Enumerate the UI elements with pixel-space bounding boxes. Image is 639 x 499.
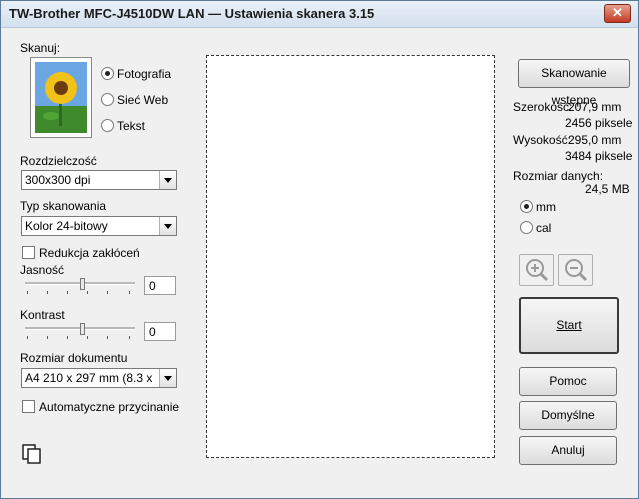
photo-icon xyxy=(30,57,92,138)
scan-label: Skanuj: xyxy=(20,41,61,55)
scan-photo-radio[interactable] xyxy=(101,67,114,80)
chevron-down-icon[interactable] xyxy=(159,171,176,189)
start-button[interactable]: Start xyxy=(519,297,619,354)
width-mm: 207,9 mm xyxy=(568,100,622,114)
unit-inch-radio[interactable] xyxy=(520,221,533,234)
resolution-dropdown[interactable]: 300x300 dpi xyxy=(21,170,177,190)
close-button[interactable]: ✕ xyxy=(604,4,631,23)
brightness-input[interactable]: 0 xyxy=(144,276,176,295)
resolution-value: 300x300 dpi xyxy=(25,173,91,187)
document-size-value: A4 210 x 297 mm (8.3 x 11.7 xyxy=(25,371,155,385)
scan-type-value: Kolor 24-bitowy xyxy=(25,219,108,233)
chevron-down-icon[interactable] xyxy=(159,369,176,387)
contrast-input[interactable]: 0 xyxy=(144,322,176,341)
document-size-dropdown[interactable]: A4 210 x 297 mm (8.3 x 11.7 xyxy=(21,368,177,388)
scan-text-radio[interactable] xyxy=(101,119,114,132)
auto-crop-label: Automatyczne przycinanie xyxy=(39,400,180,414)
data-size-value: 24,5 MB xyxy=(585,182,630,196)
document-size-label: Rozmiar dokumentu xyxy=(20,351,128,365)
brightness-slider-thumb[interactable] xyxy=(80,278,85,290)
noise-reduction-label: Redukcja zakłóceń xyxy=(39,246,140,260)
scan-type-dropdown[interactable]: Kolor 24-bitowy xyxy=(21,216,177,236)
resolution-label: Rozdzielczość xyxy=(20,154,97,168)
width-label: Szerokość: xyxy=(513,100,573,114)
scan-preview-area[interactable] xyxy=(206,55,495,458)
copy-icon[interactable] xyxy=(21,443,43,465)
auto-crop-checkbox[interactable] xyxy=(22,400,35,413)
brightness-value: 0 xyxy=(149,279,156,293)
scan-type-label: Typ skanowania xyxy=(20,199,107,213)
contrast-label: Kontrast xyxy=(20,308,65,322)
noise-reduction-checkbox[interactable] xyxy=(22,246,35,259)
scan-web-label: Sieć Web xyxy=(117,93,169,107)
height-px: 3484 piksele xyxy=(565,149,633,163)
data-size-label: Rozmiar danych: xyxy=(513,169,604,183)
defaults-button[interactable]: Domyślne xyxy=(519,401,617,430)
unit-mm-label: mm xyxy=(536,200,556,214)
zoom-out-button[interactable] xyxy=(558,254,593,286)
width-px: 2456 piksele xyxy=(565,116,633,130)
prescan-button[interactable]: Skanowanie wstepne xyxy=(518,59,630,107)
height-label: Wysokość: xyxy=(513,133,571,147)
start-button-label: Start xyxy=(556,318,582,332)
title-bar: TW-Brother MFC-J4510DW LAN — Ustawienia … xyxy=(1,1,638,28)
scanner-settings-window: TW-Brother MFC-J4510DW LAN — Ustawienia … xyxy=(0,0,639,499)
brightness-label: Jasność xyxy=(20,263,65,277)
scan-web-radio[interactable] xyxy=(101,93,114,106)
scan-photo-label: Fotografia xyxy=(117,67,172,81)
cancel-button[interactable]: Anuluj xyxy=(519,436,617,465)
window-title: TW-Brother MFC-J4510DW LAN — Ustawienia … xyxy=(9,6,375,21)
contrast-slider-thumb[interactable] xyxy=(80,323,85,335)
help-button[interactable]: Pomoc xyxy=(519,367,617,396)
unit-inch-label: cal xyxy=(536,221,552,235)
brightness-slider[interactable] xyxy=(25,277,137,299)
zoom-in-button[interactable] xyxy=(519,254,554,286)
zoom-in-icon xyxy=(526,259,549,282)
contrast-slider[interactable] xyxy=(25,322,137,344)
contrast-value: 0 xyxy=(149,325,156,339)
unit-mm-radio[interactable] xyxy=(520,200,533,213)
scan-text-label: Tekst xyxy=(117,119,146,133)
height-mm: 295,0 mm xyxy=(568,133,622,147)
chevron-down-icon[interactable] xyxy=(159,217,176,235)
zoom-out-icon xyxy=(565,259,588,282)
